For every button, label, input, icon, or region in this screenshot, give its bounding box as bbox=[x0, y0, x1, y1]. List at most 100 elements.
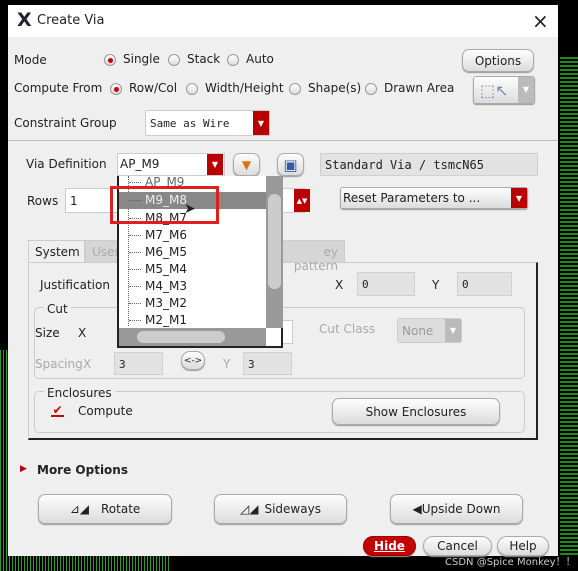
reset-parameters-value: Reset Parameters to ... bbox=[343, 191, 481, 205]
cut-size-label: Size bbox=[35, 326, 60, 340]
justification-x-field[interactable]: 0 bbox=[357, 272, 415, 296]
spacing-y-field[interactable]: 3 bbox=[243, 352, 292, 375]
tab-system-label: System bbox=[35, 245, 80, 259]
help-label: Help bbox=[509, 539, 537, 553]
chevron-down-icon: ▼ bbox=[445, 319, 461, 342]
hide-label: Hide bbox=[374, 539, 405, 553]
constraint-group-value: Same as Wire bbox=[150, 117, 230, 130]
enclosures-group-title: Enclosures bbox=[44, 386, 115, 400]
title-bar: X Create Via × bbox=[8, 5, 558, 37]
rotate-button[interactable]: ⊿◢ Rotate bbox=[38, 494, 172, 524]
reset-parameters-select[interactable]: Reset Parameters to ... bbox=[340, 187, 528, 209]
mode-label: Mode bbox=[14, 53, 47, 67]
tab-user-label: User bbox=[92, 245, 120, 259]
chevron-down-icon[interactable]: ▼ bbox=[207, 154, 223, 175]
compute-label[interactable]: Compute bbox=[78, 404, 133, 418]
chevron-down-icon[interactable]: ▼ bbox=[253, 111, 269, 135]
cut-size-x-label: X bbox=[78, 326, 87, 340]
list-item[interactable]: M7_M6 bbox=[119, 227, 267, 244]
mirror-icon: ◿◢ bbox=[240, 502, 259, 516]
constraint-group-select[interactable]: Same as Wire bbox=[145, 110, 270, 136]
justification-label: Justification bbox=[40, 278, 110, 292]
separator bbox=[8, 140, 558, 141]
window-title: Create Via bbox=[37, 13, 105, 28]
vertical-scrollbar[interactable] bbox=[266, 176, 283, 328]
justification-y-field[interactable]: 0 bbox=[457, 272, 512, 296]
more-options-toggle[interactable]: More Options bbox=[37, 463, 128, 477]
upside-down-label: Upside Down bbox=[421, 502, 501, 516]
upside-down-button[interactable]: ◀ Upside Down bbox=[390, 494, 523, 524]
compute-shapes-label[interactable]: Shape(s) bbox=[308, 81, 361, 95]
expand-arrow-icon[interactable]: ▶ bbox=[20, 464, 27, 474]
spacing-y-value: 3 bbox=[248, 358, 255, 371]
spacing-y-label: Y bbox=[223, 357, 231, 371]
tab-system[interactable]: System bbox=[28, 240, 85, 262]
options-button[interactable]: Options bbox=[462, 49, 534, 72]
spacing-x-label: X bbox=[83, 357, 92, 371]
compute-widthheight-radio[interactable] bbox=[186, 83, 198, 95]
layout-background-left bbox=[0, 350, 8, 571]
select-tool-dropdown[interactable]: ⬚↖ ▼ bbox=[473, 76, 535, 104]
app-x-icon: X bbox=[17, 9, 32, 31]
close-icon[interactable]: × bbox=[532, 9, 549, 33]
rotate-label: Rotate bbox=[101, 502, 141, 516]
compute-from-label: Compute From bbox=[14, 81, 103, 95]
save-button[interactable]: ▣ bbox=[277, 153, 304, 176]
mode-auto-label[interactable]: Auto bbox=[246, 52, 274, 66]
hide-button[interactable]: Hide bbox=[363, 536, 416, 556]
rows-value: 1 bbox=[70, 194, 78, 208]
swap-spacing-button[interactable]: <-> bbox=[181, 351, 205, 370]
sideways-button[interactable]: ◿◢ Sideways bbox=[214, 494, 347, 524]
cut-group-title: Cut bbox=[44, 302, 71, 316]
rotate-icon: ⊿◢ bbox=[69, 502, 89, 516]
justification-y-value: 0 bbox=[462, 278, 469, 291]
list-item[interactable]: M4_M3 bbox=[119, 278, 267, 295]
mode-single-label[interactable]: Single bbox=[123, 52, 160, 66]
list-item[interactable]: M6_M5 bbox=[119, 244, 267, 261]
via-info-text: Standard Via / tsmcN65 bbox=[325, 158, 484, 172]
mode-single-radio[interactable] bbox=[104, 54, 116, 66]
justification-y-label: Y bbox=[432, 278, 440, 292]
rows-spinner[interactable]: ▲▼ bbox=[294, 189, 310, 212]
compute-drawnarea-label[interactable]: Drawn Area bbox=[384, 81, 454, 95]
compute-drawnarea-radio[interactable] bbox=[365, 83, 377, 95]
spacing-x-field[interactable]: 3 bbox=[114, 352, 163, 375]
compute-checkbox[interactable]: ✔ bbox=[51, 404, 64, 417]
mode-stack-label[interactable]: Stack bbox=[187, 52, 220, 66]
justification-x-value: 0 bbox=[362, 278, 369, 291]
constraint-group-label: Constraint Group bbox=[14, 116, 117, 130]
list-item[interactable]: M5_M4 bbox=[119, 261, 267, 278]
spacing-x-value: 3 bbox=[119, 358, 126, 371]
floppy-disk-icon: ▣ bbox=[283, 155, 298, 174]
filter-button[interactable]: ▼ bbox=[233, 153, 260, 176]
via-info-field: Standard Via / tsmcN65 bbox=[320, 153, 538, 176]
highlight-callout-box bbox=[110, 186, 219, 224]
show-enclosures-button[interactable]: Show Enclosures bbox=[332, 398, 500, 425]
mode-stack-radio[interactable] bbox=[168, 54, 180, 66]
pointer-icon: ⬚↖ bbox=[480, 80, 509, 100]
rows-label: Rows bbox=[27, 194, 59, 208]
chevron-down-icon: ▼ bbox=[518, 77, 534, 103]
spacing-label: Spacing bbox=[35, 357, 83, 371]
layout-background-right bbox=[560, 55, 578, 555]
list-item[interactable]: M2_M1 bbox=[119, 312, 267, 329]
chevron-down-icon[interactable]: ▼ bbox=[511, 188, 527, 208]
swap-label: <-> bbox=[183, 355, 203, 366]
list-item[interactable]: M3_M2 bbox=[119, 295, 267, 312]
layout-background-bottom bbox=[0, 556, 170, 571]
horizontal-scrollbar[interactable] bbox=[119, 328, 266, 346]
sideways-label: Sideways bbox=[264, 502, 321, 516]
watermark: CSDN @Spice Monkey！！ bbox=[445, 557, 576, 568]
mode-auto-radio[interactable] bbox=[227, 54, 239, 66]
cut-class-label: Cut Class bbox=[319, 322, 376, 336]
compute-rowcol-radio[interactable] bbox=[110, 83, 122, 95]
compute-widthheight-label[interactable]: Width/Height bbox=[205, 81, 284, 95]
via-definition-value: AP_M9 bbox=[120, 157, 160, 171]
via-definition-label: Via Definition bbox=[26, 157, 107, 171]
justification-x-label: X bbox=[335, 278, 344, 292]
scrollbar-thumb[interactable] bbox=[137, 331, 225, 343]
scrollbar-thumb[interactable] bbox=[268, 194, 281, 289]
compute-rowcol-label[interactable]: Row/Col bbox=[129, 81, 177, 95]
cut-class-select[interactable]: None ▼ bbox=[397, 318, 462, 343]
compute-shapes-radio[interactable] bbox=[289, 83, 301, 95]
